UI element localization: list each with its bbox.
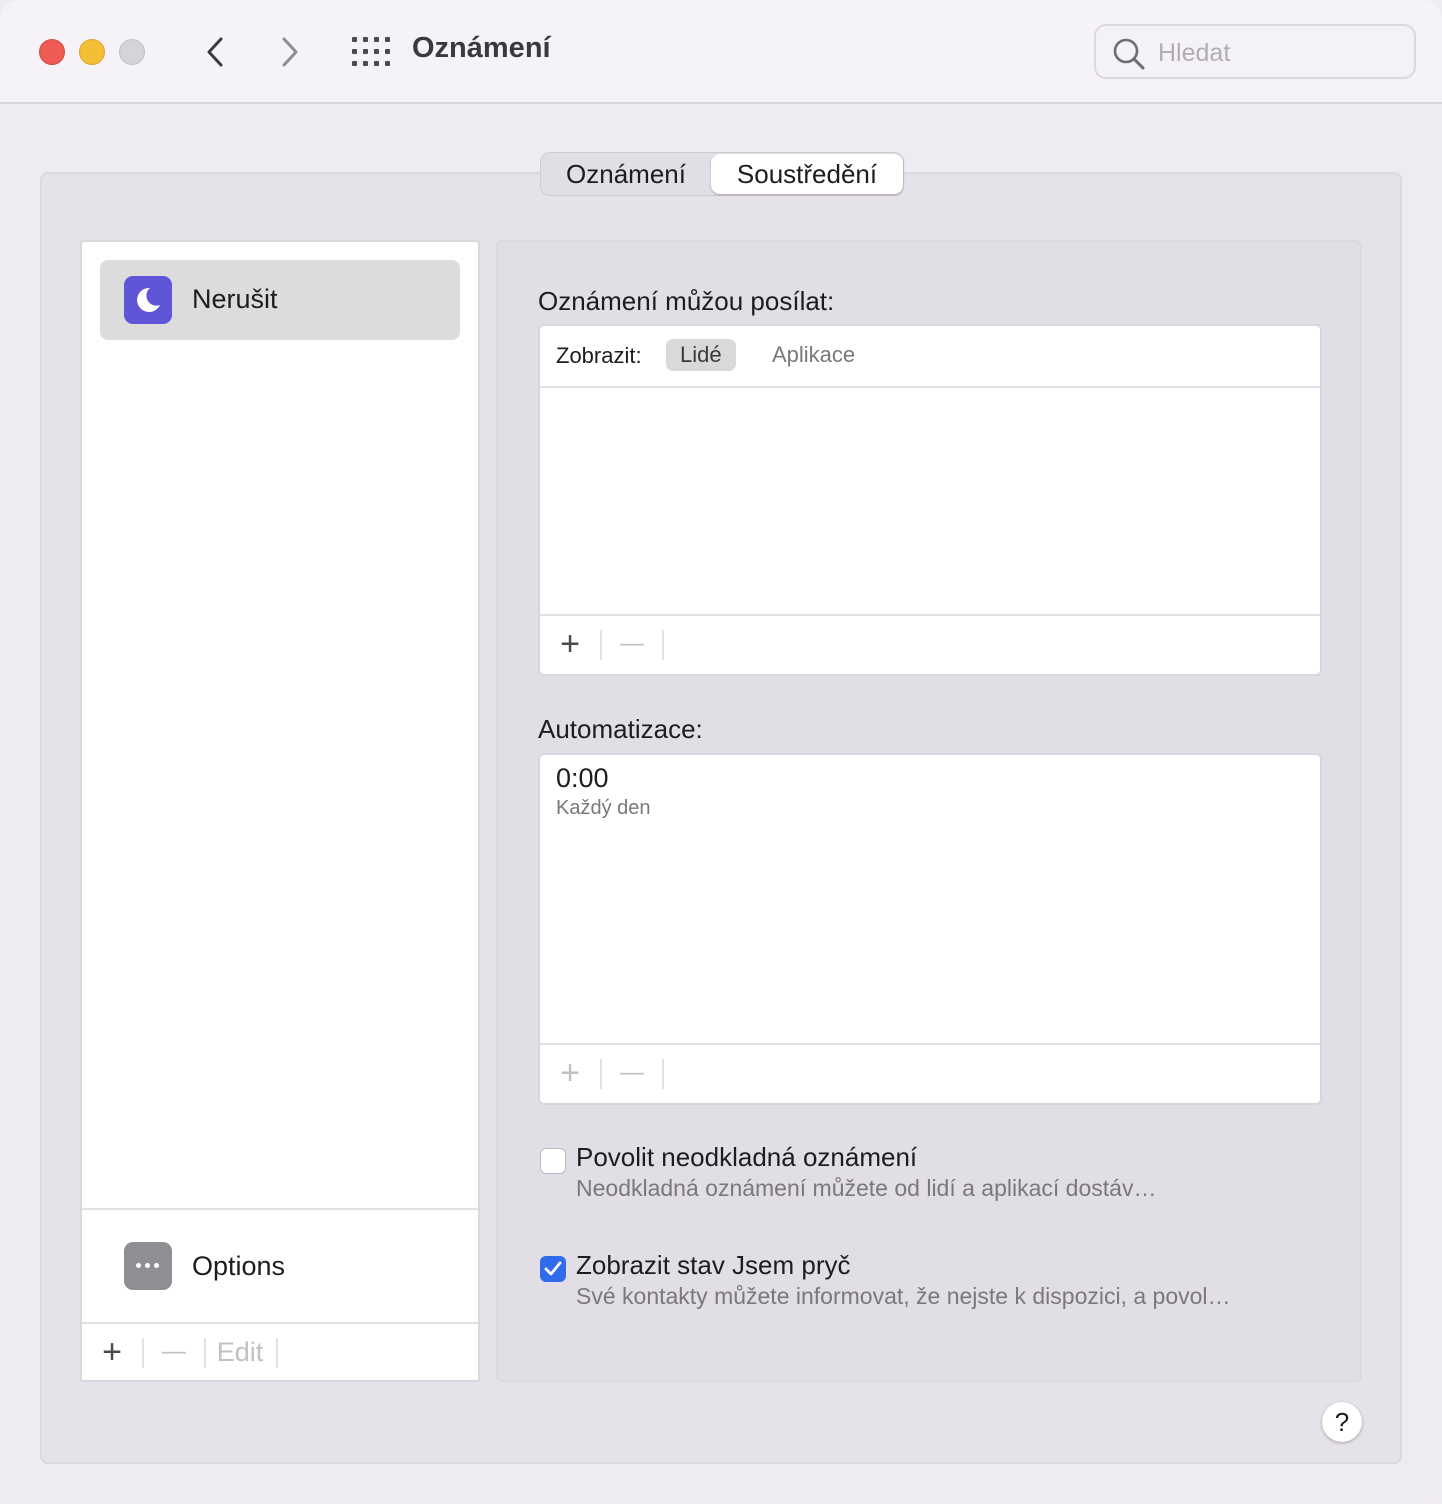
search-input[interactable] — [1156, 36, 1400, 70]
preferences-window: Oznámení Oznámení Soustředění Nerušit — [0, 0, 1442, 1504]
forward-chevron-icon[interactable] — [272, 34, 308, 70]
search-icon — [1113, 38, 1145, 70]
time-sensitive-checkbox[interactable] — [540, 1148, 566, 1174]
focus-item-do-not-disturb[interactable]: Nerušit — [100, 260, 460, 340]
focus-list: Nerušit Options + — Edit — [80, 240, 480, 1382]
window-title: Oznámení — [412, 32, 551, 64]
search-field[interactable] — [1094, 24, 1416, 79]
automation-repeat: Každý den — [556, 797, 651, 819]
automation-toolbar: + — — [540, 1043, 1320, 1103]
tab-focus[interactable]: Soustředění — [711, 154, 903, 194]
tab-notifications[interactable]: Oznámení — [541, 154, 711, 194]
time-sensitive-title: Povolit neodkladná oznámení — [576, 1142, 918, 1172]
ellipsis-icon — [124, 1242, 172, 1290]
divider — [662, 630, 664, 660]
share-status-subtitle: Své kontakty můžete informovat, že nejst… — [576, 1283, 1231, 1309]
add-automation-button[interactable]: + — [550, 1045, 590, 1101]
allowed-section-title: Oznámení můžou posílat: — [538, 286, 835, 316]
divider — [276, 1338, 278, 1368]
minimize-button[interactable] — [79, 39, 105, 65]
close-button[interactable] — [39, 39, 65, 65]
automation-item[interactable]: 0:00 Každý den — [540, 755, 1320, 829]
tab-segmented-control: Oznámení Soustředění — [540, 152, 904, 196]
remove-allowed-button[interactable]: — — [612, 616, 652, 672]
focus-detail-panel: Oznámení můžou posílat: Zobrazit: Lidé A… — [496, 240, 1362, 1382]
filter-apps[interactable]: Aplikace — [758, 339, 869, 371]
add-allowed-button[interactable]: + — [550, 616, 590, 672]
show-label: Zobrazit: — [556, 343, 642, 368]
divider — [204, 1338, 206, 1368]
divider — [600, 1059, 602, 1089]
help-button[interactable]: ? — [1322, 1402, 1362, 1442]
divider — [142, 1338, 144, 1368]
divider — [600, 630, 602, 660]
show-all-grid-icon[interactable] — [352, 37, 390, 67]
filter-people[interactable]: Lidé — [666, 339, 736, 371]
add-focus-button[interactable]: + — [92, 1324, 132, 1380]
edit-button[interactable]: Edit — [216, 1324, 264, 1380]
title-bar: Oznámení — [0, 0, 1442, 104]
allowed-filter-bar: Zobrazit: Lidé Aplikace — [540, 326, 1320, 388]
options-row[interactable]: Options — [82, 1208, 478, 1322]
allowed-list-box: Zobrazit: Lidé Aplikace + — — [538, 324, 1322, 676]
focus-item-label: Nerušit — [192, 284, 278, 314]
time-sensitive-subtitle: Neodkladná oznámení můžete od lidí a apl… — [576, 1175, 1157, 1201]
zoom-button[interactable] — [119, 39, 145, 65]
share-status-checkbox[interactable] — [540, 1256, 566, 1282]
focus-list-toolbar: + — Edit — [82, 1322, 478, 1380]
moon-icon — [124, 276, 172, 324]
automation-time: 0:00 — [556, 763, 609, 793]
allowed-toolbar: + — — [540, 614, 1320, 674]
share-status-title: Zobrazit stav Jsem pryč — [576, 1250, 851, 1280]
automation-section-title: Automatizace: — [538, 714, 703, 744]
options-label: Options — [192, 1251, 286, 1281]
checkmark-icon — [544, 1261, 562, 1276]
back-chevron-icon[interactable] — [198, 34, 234, 70]
remove-automation-button[interactable]: — — [612, 1045, 652, 1101]
automation-list-box: 0:00 Každý den + — — [538, 753, 1322, 1105]
remove-focus-button[interactable]: — — [154, 1324, 194, 1380]
divider — [662, 1059, 664, 1089]
